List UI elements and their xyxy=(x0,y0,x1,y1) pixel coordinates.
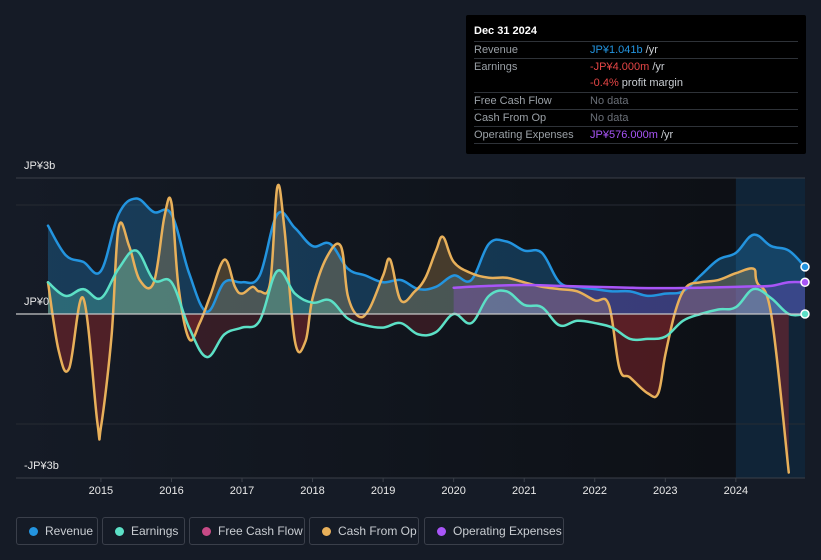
y-tick-label-bottom: -JP¥3b xyxy=(24,460,59,472)
tooltip-row-value: JP¥576.000m /yr xyxy=(590,129,674,141)
tooltip-panel: Dec 31 2024 Revenue JP¥1.041b /yr Earnings… xyxy=(466,15,806,154)
x-tick-label: 2018 xyxy=(300,485,325,497)
legend-label: Operating Expenses xyxy=(453,524,562,538)
tooltip-row: Cash From Op No data xyxy=(474,109,798,127)
x-tick-label: 2023 xyxy=(653,485,678,497)
x-tick-label: 2015 xyxy=(88,485,114,497)
legend-item-free-cash-flow[interactable]: Free Cash Flow xyxy=(189,517,305,545)
tooltip-divider xyxy=(474,143,798,144)
x-tick-label: 2016 xyxy=(159,485,184,497)
tooltip-row: Free Cash Flow No data xyxy=(474,92,798,110)
legend-item-earnings[interactable]: Earnings xyxy=(102,517,185,545)
tooltip-row-label: Earnings xyxy=(474,61,518,73)
tooltip-row-value: No data xyxy=(590,112,629,124)
tooltip-row: -0.4% profit margin xyxy=(474,75,798,92)
x-tick-label: 2017 xyxy=(229,485,255,497)
forecast-highlight-region xyxy=(735,178,805,478)
tooltip-row: Earnings -JP¥4.000m /yr xyxy=(474,58,798,76)
tooltip-row: Operating Expenses JP¥576.000m /yr xyxy=(474,126,798,144)
x-tick-label: 2022 xyxy=(582,485,607,497)
legend-item-cash-from-op[interactable]: Cash From Op xyxy=(309,517,419,545)
tooltip-row-value: -0.4% profit margin xyxy=(590,77,683,89)
legend-dot-icon xyxy=(115,527,124,536)
tooltip-row: Revenue JP¥1.041b /yr xyxy=(474,41,798,59)
legend-dot-icon xyxy=(202,527,211,536)
legend-dot-icon xyxy=(437,527,446,536)
legend-dot-icon xyxy=(322,527,331,536)
tooltip-row-label: Cash From Op xyxy=(474,112,547,124)
tooltip-date: Dec 31 2024 xyxy=(474,25,537,37)
tooltip-row-label: Revenue xyxy=(474,44,519,56)
tooltip-row-label: Free Cash Flow xyxy=(474,95,552,107)
tooltip-row-value: No data xyxy=(590,95,629,107)
x-tick-label: 2021 xyxy=(511,485,537,497)
x-tick-label: 2019 xyxy=(370,485,396,497)
tooltip-row-value: -JP¥4.000m /yr xyxy=(590,61,665,73)
operating-expenses-end-marker xyxy=(800,277,810,288)
earnings-end-marker xyxy=(800,309,810,319)
legend-label: Revenue xyxy=(45,524,94,538)
legend-label: Cash From Op xyxy=(338,524,417,538)
legend-dot-icon xyxy=(29,527,38,536)
tooltip-row-label: Operating Expenses xyxy=(474,129,574,141)
revenue-end-marker xyxy=(800,262,810,272)
tooltip-row-value: JP¥1.041b /yr xyxy=(590,44,658,56)
legend-label: Free Cash Flow xyxy=(218,524,303,538)
y-tick-label-zero: JP¥0 xyxy=(24,296,50,308)
x-tick-label: 2020 xyxy=(441,485,466,497)
legend-label: Earnings xyxy=(131,524,179,538)
x-tick-label: 2024 xyxy=(723,485,749,497)
legend-item-revenue[interactable]: Revenue xyxy=(16,517,98,545)
legend-item-operating-expenses[interactable]: Operating Expenses xyxy=(424,517,564,545)
y-tick-label-top: JP¥3b xyxy=(24,160,56,172)
